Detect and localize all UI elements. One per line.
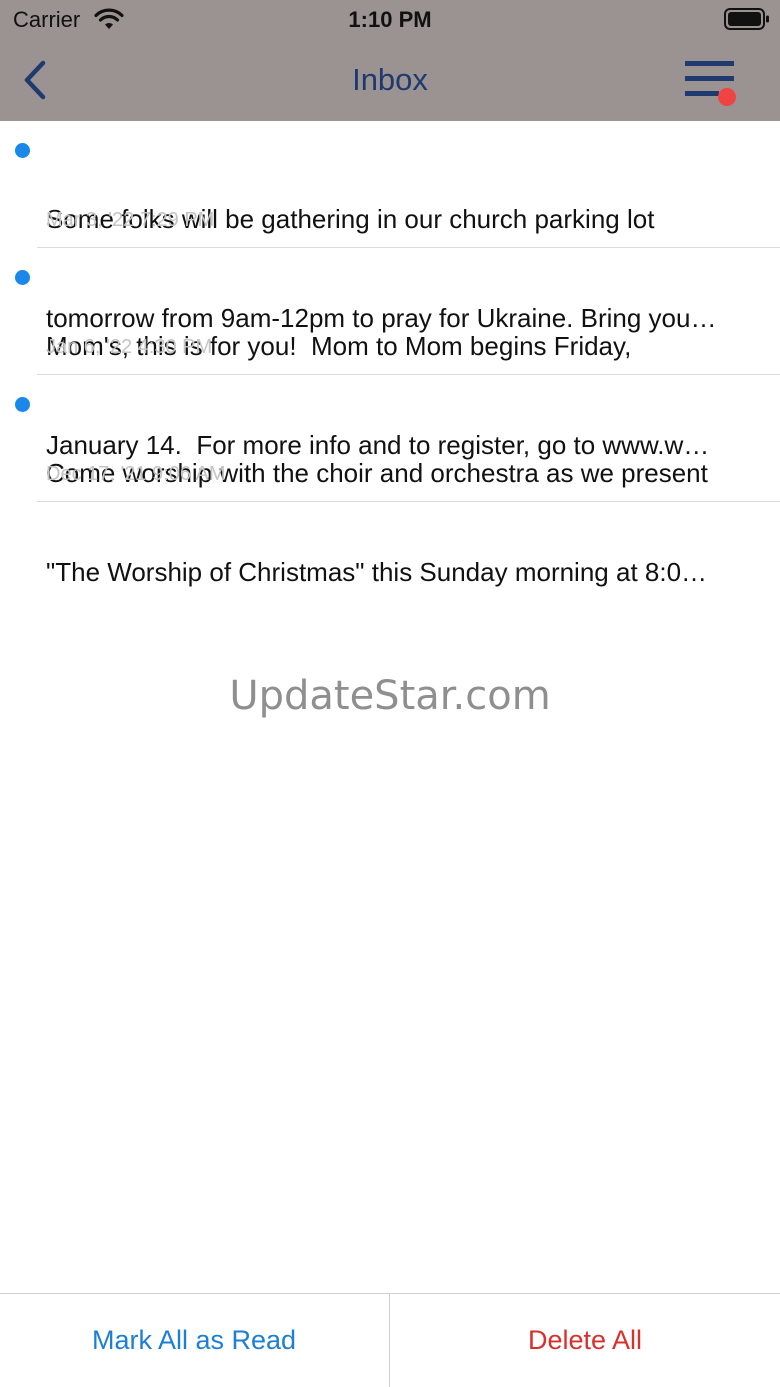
page-title: Inbox — [352, 62, 428, 97]
watermark: UpdateStar.com — [229, 673, 551, 719]
message-date: Dec 17, '21 9:06 AM — [46, 463, 226, 485]
message-preview: Come worship with the choir and orchestr… — [46, 391, 764, 655]
mark-all-read-button[interactable]: Mark All as Read — [0, 1294, 388, 1387]
message-line: "The Worship of Christmas" this Sunday m… — [46, 557, 708, 587]
status-time: 1:10 PM — [348, 7, 432, 32]
delete-all-button[interactable]: Delete All — [390, 1294, 780, 1387]
list-item[interactable]: Some folks will be gathering in our chur… — [0, 121, 780, 333]
menu-button[interactable] — [682, 58, 742, 108]
list-item[interactable]: Come worship with the choir and orchestr… — [0, 375, 780, 587]
notification-badge — [718, 88, 736, 106]
message-date: Jan 6, '22 4:30 PM — [46, 336, 213, 358]
battery-icon — [724, 8, 769, 30]
unread-dot-icon — [15, 270, 30, 285]
message-date: Mar 3, '22 7:29 PM — [46, 209, 215, 231]
list-item[interactable]: Mom's, this is for you! Mom to Mom begin… — [0, 248, 780, 460]
bottom-action-bar: Mark All as Read Delete All — [0, 1293, 780, 1387]
message-list: Some folks will be gathering in our chur… — [0, 121, 780, 587]
top-bar: Carrier 1:10 PM Inbox — [0, 0, 780, 121]
unread-dot-icon — [15, 397, 30, 412]
unread-dot-icon — [15, 143, 30, 158]
